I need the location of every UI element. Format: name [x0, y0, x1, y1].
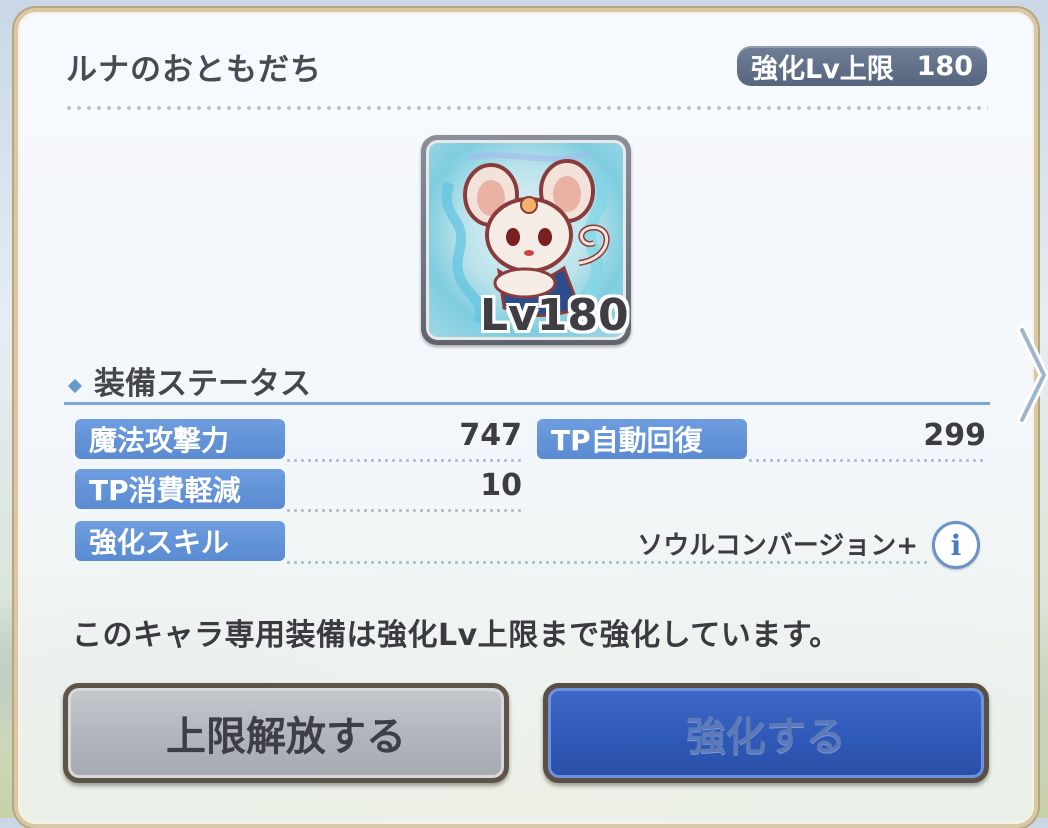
stat-value-magic-attack: 747	[459, 418, 522, 453]
row-divider	[747, 459, 987, 462]
enhance-limit-label: 強化Lv上限	[751, 53, 894, 85]
stat-value-tp-auto-recovery: 299	[923, 418, 986, 453]
stat-label-tp-auto-recovery: TP自動回復	[537, 419, 747, 459]
skill-info-icon[interactable]: i	[932, 521, 980, 569]
enhance-limit-value: 180	[916, 50, 973, 82]
status-section-title: 装備ステータス	[94, 366, 311, 402]
enhance-button[interactable]: 強化する	[543, 683, 989, 783]
title-divider	[64, 106, 988, 110]
row-divider	[285, 509, 525, 512]
status-section-divider	[64, 402, 990, 405]
stat-label-enhance-skill: 強化スキル	[75, 521, 285, 561]
stat-label-tp-cost-reduction: TP消費軽減	[75, 469, 285, 509]
max-level-message: このキャラ専用装備は強化Lv上限まで強化しています。	[72, 618, 840, 653]
limit-break-button[interactable]: 上限解放する	[63, 683, 509, 783]
next-arrow-icon[interactable]	[1016, 320, 1048, 430]
enhance-limit-badge: 強化Lv上限 180	[737, 46, 987, 86]
stat-label-magic-attack: 魔法攻撃力	[75, 419, 285, 459]
equipment-level: Lv180	[480, 290, 629, 341]
status-section-header: 装備ステータス	[67, 358, 311, 403]
dialog-title: ルナのおともだち	[66, 52, 322, 88]
diamond-bullet-icon	[67, 378, 83, 393]
row-divider	[285, 459, 525, 462]
row-divider	[285, 561, 930, 564]
stat-value-tp-cost-reduction: 10	[480, 468, 522, 503]
enhance-skill-name: ソウルコンバージョン+	[637, 531, 918, 561]
